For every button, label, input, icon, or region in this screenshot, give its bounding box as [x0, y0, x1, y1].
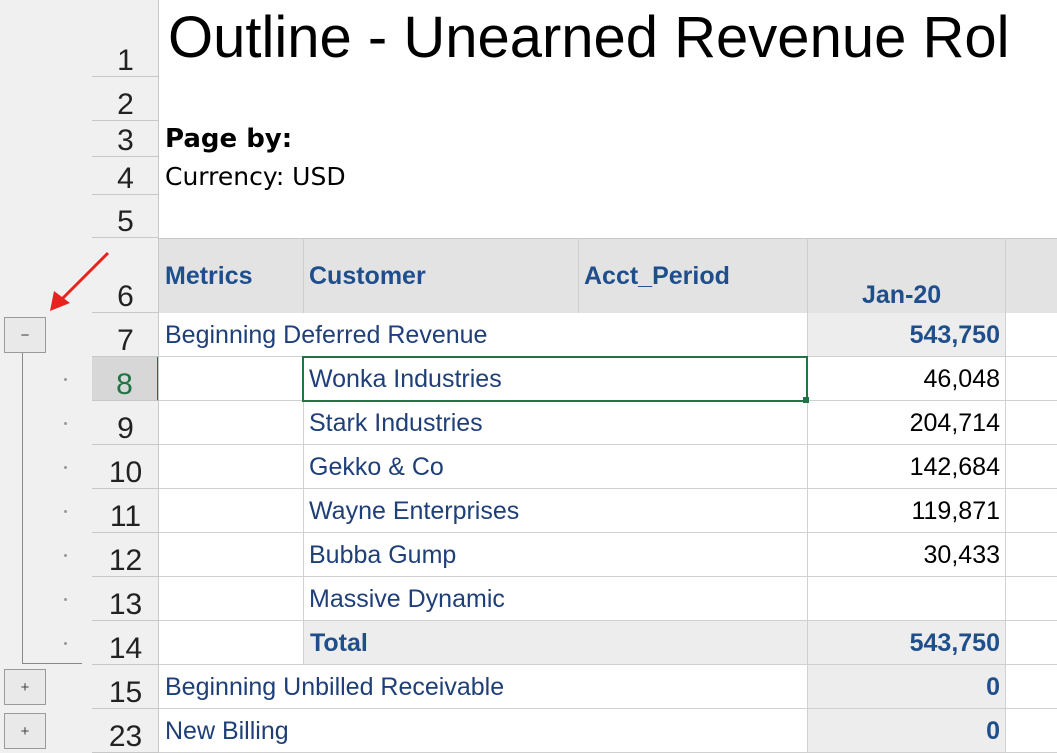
value-cell[interactable]: 30,433	[810, 541, 1000, 570]
outline-level-dot	[64, 466, 67, 469]
row-number: 10	[108, 456, 143, 489]
grid-line	[159, 444, 1057, 445]
col-divider	[303, 238, 304, 313]
row-number: 3	[117, 124, 134, 157]
row-header-border	[158, 0, 159, 753]
fill-handle[interactable]	[803, 397, 809, 403]
value-cell[interactable]: 204,714	[810, 409, 1000, 438]
row-header-2[interactable]: 2	[92, 77, 159, 121]
grid-line	[159, 532, 1057, 533]
page-by-label: Page by:	[165, 124, 293, 154]
row-number: 23	[108, 720, 143, 753]
header-jan-20[interactable]: Jan-20	[862, 281, 941, 310]
row-number: 15	[108, 676, 143, 709]
value-cell[interactable]: 46,048	[810, 365, 1000, 394]
row-header-1[interactable]: 1	[92, 0, 159, 77]
col-divider	[1005, 238, 1006, 313]
row-number: 1	[117, 44, 134, 77]
annotation-arrow-icon	[50, 251, 110, 311]
row-header-11[interactable]: 11	[92, 489, 159, 533]
grid-line	[303, 357, 304, 664]
value-cell[interactable]: 119,871	[810, 497, 1000, 526]
row-number: 8	[116, 368, 133, 401]
total-row-shade	[304, 621, 807, 664]
grid-line	[159, 488, 1057, 489]
total-label[interactable]: Total	[310, 629, 368, 658]
header-metrics[interactable]: Metrics	[165, 262, 253, 291]
row-number: 12	[108, 544, 143, 577]
row-number: 5	[117, 205, 134, 238]
row-number: 6	[117, 280, 134, 313]
outline-level-dot	[64, 378, 67, 381]
value-beginning-unbilled-receivable[interactable]: 0	[810, 673, 1000, 702]
value-cell[interactable]: 142,684	[810, 453, 1000, 482]
outline-level-dot	[64, 510, 67, 513]
row-header-9[interactable]: 9	[92, 401, 159, 445]
expand-group-button[interactable]: +	[4, 713, 46, 749]
row-header-7[interactable]: 7	[92, 313, 159, 357]
grid-line	[159, 576, 1057, 577]
row-header-15[interactable]: 15	[92, 665, 159, 709]
row-number: 2	[117, 88, 134, 121]
row-number: 7	[117, 324, 134, 357]
expand-group-button[interactable]: +	[4, 669, 46, 705]
row-number: 4	[117, 162, 134, 195]
row-number: 14	[108, 632, 143, 665]
plus-icon: +	[20, 722, 30, 740]
row-header-10[interactable]: 10	[92, 445, 159, 489]
row-number: 13	[108, 588, 143, 621]
header-acct-period[interactable]: Acct_Period	[584, 262, 730, 291]
outline-gutter	[0, 0, 92, 753]
row-number: 9	[117, 412, 134, 445]
row-header-14[interactable]: 14	[92, 621, 159, 665]
row-header-5[interactable]: 5	[92, 195, 159, 238]
total-value[interactable]: 543,750	[810, 629, 1000, 658]
customer-cell[interactable]: Stark Industries	[309, 409, 483, 438]
grid-line	[1005, 313, 1006, 753]
outline-bracket-line	[22, 353, 23, 664]
header-customer[interactable]: Customer	[309, 262, 426, 291]
outline-level-dot	[64, 642, 67, 645]
customer-cell[interactable]: Gekko & Co	[309, 453, 444, 482]
outline-bracket-end	[22, 663, 82, 664]
row-header-12[interactable]: 12	[92, 533, 159, 577]
outline-level-dot	[64, 598, 67, 601]
outline-level-dot	[64, 554, 67, 557]
customer-cell[interactable]: Wayne Enterprises	[309, 497, 519, 526]
customer-cell[interactable]: Bubba Gump	[309, 541, 456, 570]
metric-beginning-unbilled-receivable[interactable]: Beginning Unbilled Receivable	[165, 673, 504, 702]
customer-cell[interactable]: Massive Dynamic	[309, 585, 505, 614]
outline-level-dot	[64, 422, 67, 425]
col-divider	[578, 238, 579, 313]
value-new-billing[interactable]: 0	[810, 717, 1000, 746]
metric-new-billing[interactable]: New Billing	[165, 717, 289, 746]
minus-icon: −	[20, 326, 30, 344]
plus-icon: +	[20, 678, 30, 696]
col-divider	[807, 238, 808, 313]
customer-cell[interactable]: Wonka Industries	[309, 365, 502, 394]
report-title: Outline - Unearned Revenue Rol	[168, 5, 1010, 70]
row-number: 11	[109, 500, 142, 533]
currency-selector[interactable]: Currency: USD	[165, 162, 346, 191]
row-header-13[interactable]: 13	[92, 577, 159, 621]
row-header-8[interactable]: 8	[92, 357, 159, 401]
collapse-group-button[interactable]: −	[4, 317, 46, 353]
metric-beginning-deferred-revenue[interactable]: Beginning Deferred Revenue	[165, 321, 487, 350]
value-beginning-deferred-revenue[interactable]: 543,750	[810, 321, 1000, 350]
row-header-4[interactable]: 4	[92, 157, 159, 195]
row-header-23[interactable]: 23	[92, 709, 159, 753]
row-header-3[interactable]: 3	[92, 121, 159, 157]
